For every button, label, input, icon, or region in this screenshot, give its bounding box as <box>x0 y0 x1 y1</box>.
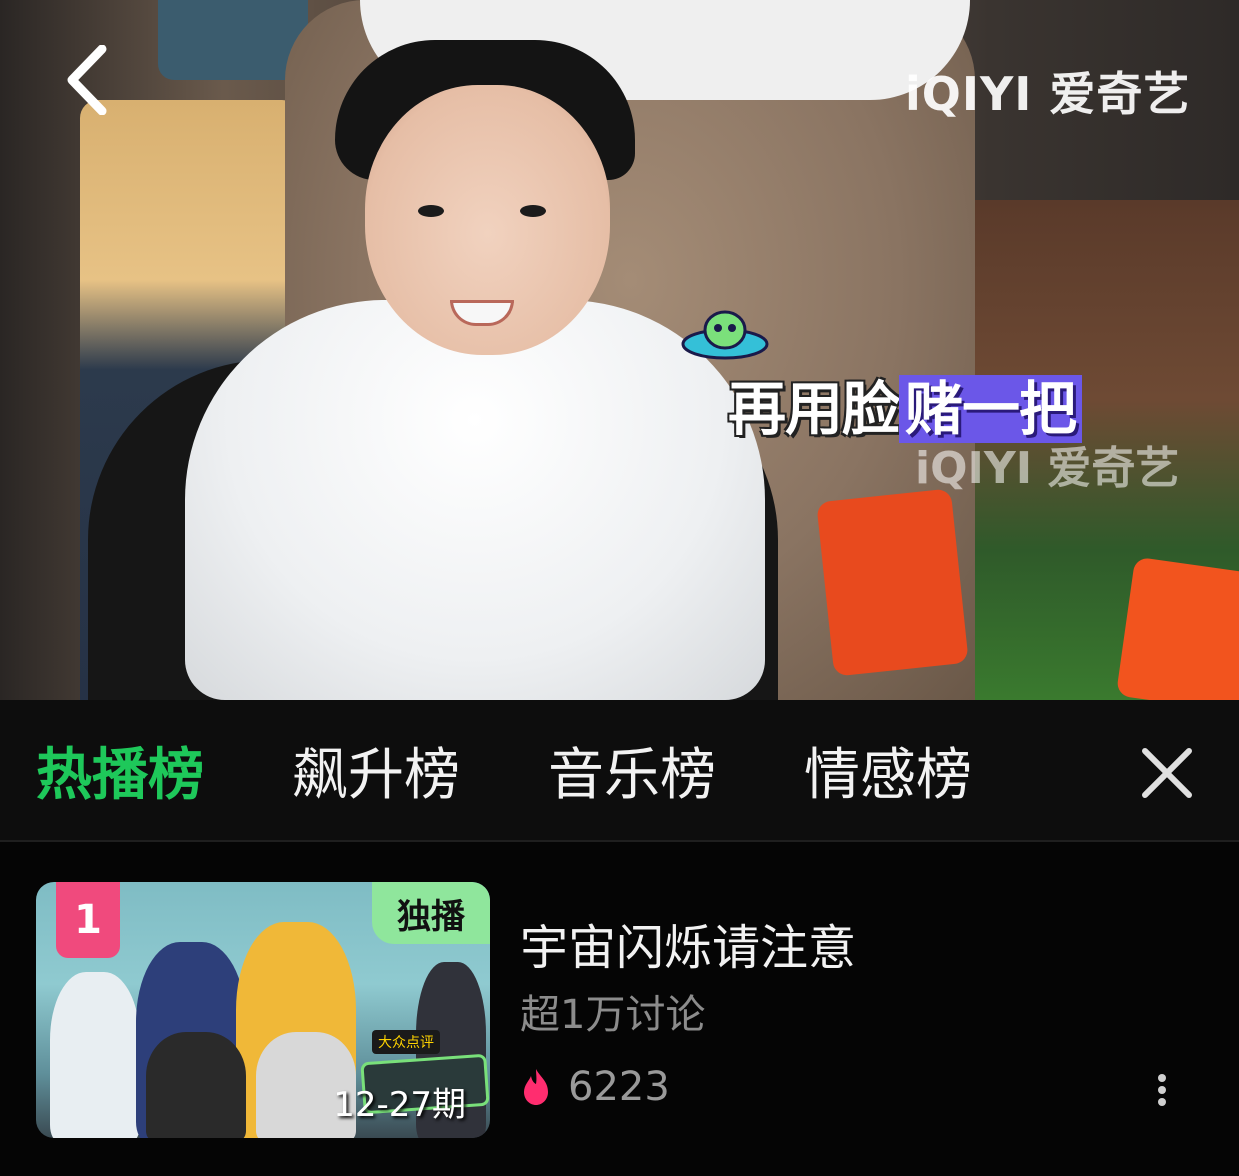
poster-figure <box>146 1032 246 1138</box>
poster-figure <box>50 972 140 1138</box>
close-button[interactable] <box>1132 738 1202 808</box>
white-towel <box>185 300 765 700</box>
tab-hot[interactable]: 热播榜 <box>36 730 204 811</box>
show-title[interactable]: 宇宙闪烁请注意 <box>520 908 856 978</box>
ranking-tab-bar: 热播榜 飙升榜 音乐榜 情感榜 <box>0 700 1239 840</box>
more-options-button[interactable] <box>1140 1060 1184 1120</box>
ufo-sticker-icon <box>681 310 769 360</box>
heat-score: 6223 <box>520 1064 670 1110</box>
tabs-fade-overlay <box>1040 700 1110 840</box>
chevron-left-icon <box>67 45 107 115</box>
back-button[interactable] <box>54 40 118 120</box>
video-player[interactable]: iQIYI 爱奇艺 iQIYI 爱奇艺 再用脸 赌一把 <box>0 0 1239 700</box>
tab-emotion[interactable]: 情感榜 <box>804 730 972 811</box>
subtitle-part-1: 再用脸 <box>728 375 900 443</box>
more-vertical-icon <box>1158 1070 1166 1110</box>
discussion-count: 超1万讨论 <box>520 992 706 1038</box>
video-subtitle: 再用脸 赌一把 <box>728 362 1083 446</box>
iqiyi-watermark: iQIYI 爱奇艺 <box>905 67 1191 121</box>
episode-label: 12-27期 <box>333 1085 466 1125</box>
close-icon <box>1142 748 1192 798</box>
exclusive-badge: 独播 <box>372 882 490 944</box>
heat-value: 6223 <box>568 1064 670 1110</box>
show-thumbnail[interactable]: 大众点评 1 独播 12-27期 <box>36 882 490 1138</box>
subtitle-part-2: 赌一把 <box>899 375 1083 443</box>
ranking-tabs: 热播榜 飙升榜 音乐榜 情感榜 <box>36 700 1096 840</box>
eye <box>418 205 444 217</box>
tab-music[interactable]: 音乐榜 <box>548 730 716 811</box>
tab-rising[interactable]: 飙升榜 <box>292 730 460 811</box>
list-item[interactable]: 大众点评 1 独播 12-27期 宇宙闪烁请注意 超1万讨论 6223 <box>0 842 1239 1176</box>
flame-icon <box>524 1069 548 1105</box>
rank-badge: 1 <box>56 882 120 958</box>
sponsor-tag: 大众点评 <box>372 1030 440 1054</box>
orange-cushion <box>816 488 969 677</box>
eye <box>520 205 546 217</box>
orange-cushion <box>1115 556 1239 700</box>
